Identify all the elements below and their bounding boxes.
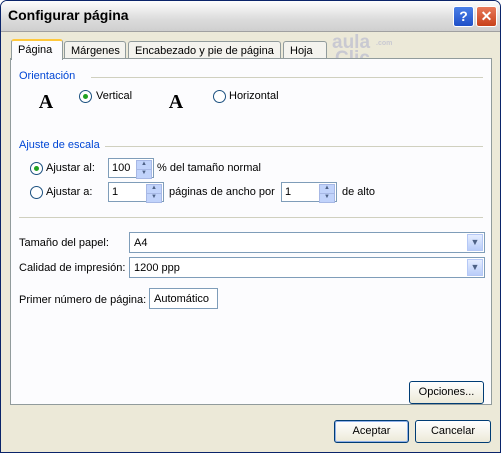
- chevron-down-icon[interactable]: ▼: [467, 234, 483, 251]
- chevron-down-icon[interactable]: ▼: [467, 259, 483, 276]
- portrait-glyph: A: [38, 91, 54, 113]
- spin-down-icon[interactable]: ▼: [136, 169, 152, 179]
- accept-button[interactable]: Aceptar: [334, 420, 409, 443]
- divider: [19, 217, 483, 218]
- title-bar: Configurar página ? ✕: [1, 1, 500, 32]
- adjust-label[interactable]: Ajustar al:: [46, 162, 95, 174]
- landscape-glyph: A: [168, 91, 184, 113]
- close-button[interactable]: ✕: [476, 6, 497, 27]
- help-button[interactable]: ?: [453, 6, 474, 27]
- question-icon: ?: [459, 8, 468, 24]
- divider: [105, 146, 483, 147]
- tab-panel: Orientación A Vertical A Horizontal Ajus…: [10, 58, 492, 405]
- tab-label: Márgenes: [71, 45, 120, 57]
- options-label: Opciones...: [418, 386, 475, 398]
- cancel-button[interactable]: Cancelar: [415, 420, 491, 443]
- paper-size-value: A4: [134, 237, 148, 249]
- landscape-icon: A: [163, 89, 189, 113]
- window-title: Configurar página: [8, 7, 129, 23]
- portrait-icon: A: [35, 89, 57, 113]
- paper-size-label: Tamaño del papel:: [19, 237, 109, 249]
- tab-encabezado[interactable]: Encabezado y pie de página: [128, 41, 281, 59]
- divider: [91, 77, 483, 78]
- tab-label: Encabezado y pie de página: [135, 45, 274, 57]
- horizontal-label[interactable]: Horizontal: [229, 90, 279, 102]
- tab-label: Página: [18, 44, 53, 56]
- fit-middle-label: páginas de ancho por: [169, 186, 275, 198]
- adjust-percent-value: 100: [112, 162, 131, 174]
- vertical-label[interactable]: Vertical: [96, 90, 132, 102]
- fit-radio[interactable]: [30, 186, 43, 199]
- first-page-number-input[interactable]: Automático: [149, 288, 218, 309]
- fit-tall-spinner[interactable]: 1 ▲ ▼: [281, 182, 337, 203]
- scale-group-label: Ajuste de escala: [19, 139, 100, 151]
- watermark-suffix: .com: [376, 40, 393, 47]
- print-quality-label: Calidad de impresión:: [19, 262, 126, 274]
- tab-pagina[interactable]: Página: [11, 39, 63, 60]
- fit-suffix: de alto: [342, 186, 376, 198]
- cancel-label: Cancelar: [430, 425, 476, 437]
- first-page-number-label: Primer número de página:: [19, 294, 147, 306]
- fit-tall-value: 1: [285, 186, 292, 198]
- close-icon: ✕: [480, 8, 493, 24]
- fit-wide-spinner[interactable]: 1 ▲ ▼: [108, 182, 164, 203]
- adjust-radio[interactable]: [30, 162, 43, 175]
- orientation-group-label: Orientación: [19, 70, 76, 82]
- tab-label: Hoja: [290, 45, 313, 57]
- fit-wide-value: 1: [112, 186, 119, 198]
- tab-hoja[interactable]: Hoja: [283, 41, 327, 59]
- spin-down-icon[interactable]: ▼: [146, 193, 162, 203]
- print-quality-select[interactable]: 1200 ppp ▼: [129, 257, 485, 278]
- spin-down-icon[interactable]: ▼: [319, 193, 335, 203]
- accept-label: Aceptar: [352, 425, 391, 437]
- horizontal-radio[interactable]: [213, 90, 226, 103]
- options-button[interactable]: Opciones...: [409, 381, 484, 404]
- adjust-percent-spinner[interactable]: 100 ▲ ▼: [108, 158, 154, 179]
- page-setup-dialog: Configurar página ? ✕ aula .com Clic Pág…: [0, 0, 501, 453]
- first-page-number-value: Automático: [154, 293, 210, 305]
- print-quality-value: 1200 ppp: [134, 262, 180, 274]
- vertical-radio[interactable]: [79, 90, 92, 103]
- paper-size-select[interactable]: A4 ▼: [129, 232, 485, 253]
- tab-margenes[interactable]: Márgenes: [64, 41, 126, 59]
- fit-label[interactable]: Ajustar a:: [46, 186, 92, 198]
- adjust-suffix: % del tamaño normal: [157, 162, 261, 174]
